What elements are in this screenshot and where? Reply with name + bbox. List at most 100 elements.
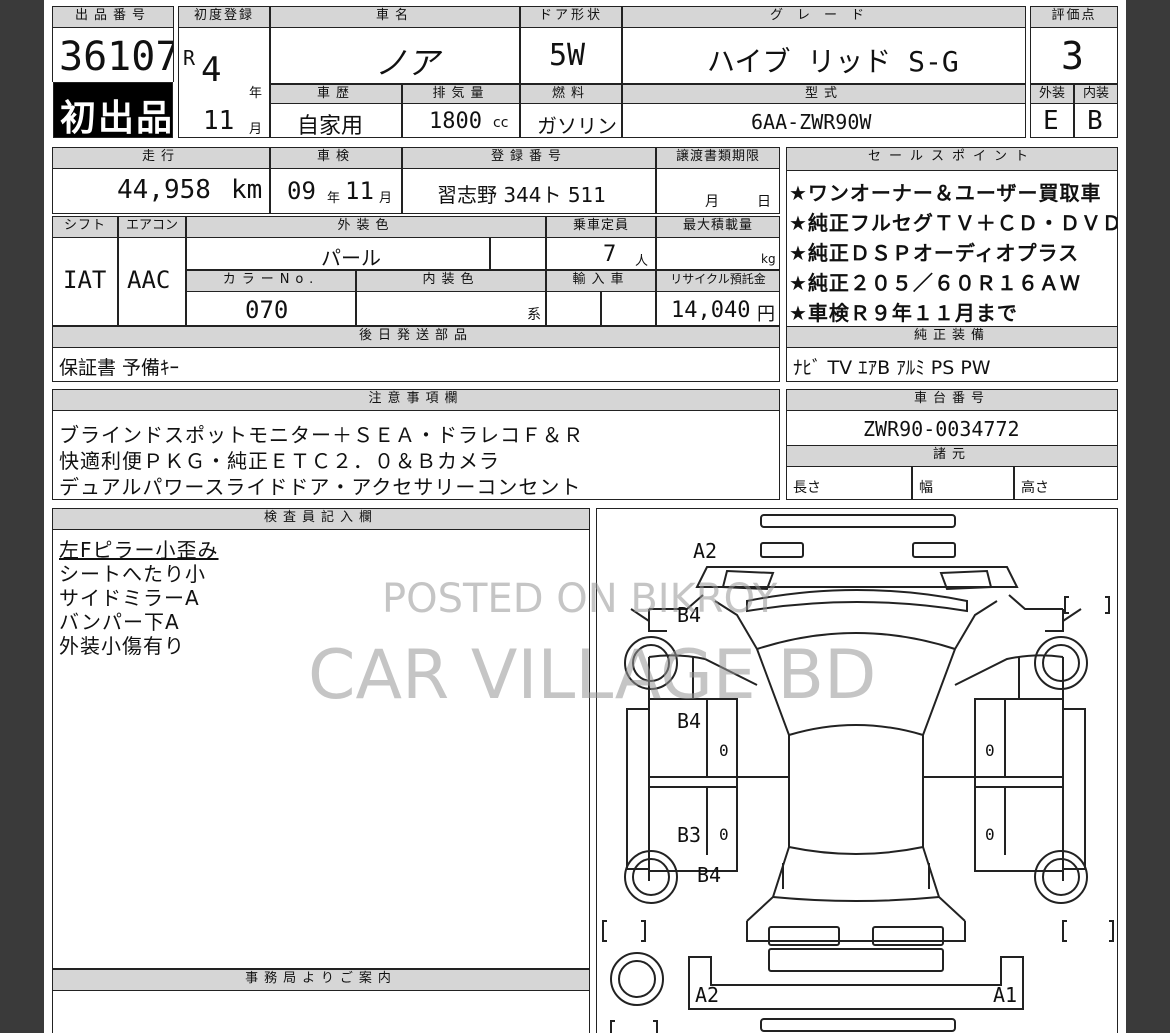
first-reg-year: 4 — [201, 50, 222, 90]
interior-grade-cell: B — [1074, 103, 1118, 138]
length-cell: 長さ — [786, 466, 912, 500]
sales-point-3: ★純正ＤＳＰオーディオプラス — [789, 241, 1080, 265]
sales-points-box: ★ワンオーナー＆ユーザー買取車 ★純正フルセグＴＶ＋ＣＤ・ＤＶＤ ★純正ＤＳＰオ… — [786, 170, 1118, 327]
score: 3 — [1061, 34, 1084, 78]
first-reg-cell: R 4 年 11 月 — [178, 27, 270, 138]
interior-color-unit: 系 — [527, 307, 541, 323]
plate-cell: 習志野 344ト 511 — [402, 168, 656, 214]
max-load-label: 最大積載量 — [656, 216, 780, 238]
watermark-brand: CAR VILLAGE BD — [308, 636, 877, 715]
height-cell: 高さ — [1014, 466, 1118, 500]
note-line-1: ブラインドスポットモニター＋ＳＥＡ・ドラレコＦ＆Ｒ — [59, 423, 584, 447]
tax-month: 月 — [705, 194, 719, 210]
notes-label: 注意事項欄 — [52, 389, 780, 411]
recycle: 14,040 — [671, 298, 751, 323]
mark-rear-a1: A1 — [993, 983, 1018, 1007]
plate: 習志野 344ト 511 — [437, 183, 607, 207]
sales-point-4: ★純正２０５／６０Ｒ１６ＡＷ — [789, 271, 1081, 295]
import-cell-1 — [546, 291, 601, 326]
door-label: ドア形状 — [520, 6, 622, 28]
year-unit: 年 — [249, 86, 263, 101]
plate-label: 登録番号 — [402, 147, 656, 169]
chassis-label: 車台番号 — [786, 389, 1118, 411]
max-load-unit: kg — [761, 252, 776, 266]
note-line-3: デュアルパワースライドドア・アクセサリーコンセント — [59, 475, 582, 499]
mileage-label: 走行 — [52, 147, 270, 169]
model: 6AA-ZWR90W — [751, 110, 872, 134]
mileage-cell: 44,958 km — [52, 168, 270, 214]
exterior-color-label: 外装色 — [186, 216, 546, 238]
usage: 自家用 — [297, 114, 364, 138]
sales-point-2: ★純正フルセグＴＶ＋ＣＤ・ＤＶＤ — [789, 211, 1118, 235]
exterior-color-cell: パール — [186, 237, 490, 270]
exterior-grade-cell: E — [1030, 103, 1074, 138]
exterior-color: パール — [321, 246, 381, 270]
inspection-month-unit: 月 — [379, 191, 393, 206]
exterior-grade-label: 外装 — [1030, 84, 1074, 104]
car-name-label: 車名 — [270, 6, 520, 28]
equipment: ﾅﾋﾞ TV ｴｱB ｱﾙﾐ PS PW — [793, 357, 991, 379]
sales-point-1: ★ワンオーナー＆ユーザー買取車 — [789, 181, 1102, 205]
car-name-cell: ノア — [270, 27, 520, 84]
displacement-label: 排気量 — [402, 84, 520, 104]
watermark-posted: POSTED ON BIKROY — [382, 576, 778, 622]
shift-cell: IAT — [52, 237, 118, 326]
interior-color-label: 内装色 — [356, 270, 546, 292]
mark-left-rear-b4: B4 — [697, 863, 722, 887]
recycle-label: リサイクル預託金 — [656, 270, 780, 292]
lot-number: 36107 — [59, 34, 174, 80]
model-cell: 6AA-ZWR90W — [622, 103, 1026, 138]
width-label: 幅 — [919, 480, 933, 496]
exterior-color-extra-cell — [490, 237, 546, 270]
notes-box: ブラインドスポットモニター＋ＳＥＡ・ドラレコＦ＆Ｒ 快適利便ＰＫＧ・純正ＥＴＣ２… — [52, 410, 780, 500]
inspection-cell: 09 年 11 月 — [270, 168, 402, 214]
inspector-line-5: 外装小傷有り — [59, 634, 185, 658]
score-label: 評価点 — [1030, 6, 1118, 28]
sales-point-5: ★車検Ｒ９年１１月まで — [789, 301, 1018, 325]
first-reg-era: R — [183, 46, 196, 70]
auction-sheet: 出品番号 36107 初出品 初度登録 R 4 年 11 月 車名 ノア ドア形… — [44, 0, 1126, 1033]
grade-label: グレード — [622, 6, 1026, 28]
inspector-label: 検査員記入欄 — [52, 508, 590, 530]
width-cell: 幅 — [912, 466, 1014, 500]
office-box — [52, 990, 590, 1033]
fuel-label: 燃料 — [520, 84, 622, 104]
max-load-cell: kg — [656, 237, 780, 270]
tax-label: 譲渡書類期限 — [656, 147, 780, 169]
sales-points-label: セールスポイント — [786, 147, 1118, 171]
ac-label: エアコン — [118, 216, 186, 238]
capacity-label: 乗車定員 — [546, 216, 656, 238]
note-line-2: 快適利便ＰＫＧ・純正ＥＴＣ２．０＆Ｂカメラ — [59, 449, 500, 473]
mark-front-a2: A2 — [693, 539, 718, 563]
capacity-cell: 7 人 — [546, 237, 656, 270]
first-listing-text: 初出品 — [60, 98, 175, 139]
recycle-cell: 14,040 円 — [656, 291, 780, 326]
car-name: ノア — [375, 44, 440, 82]
office-label: 事務局よりご案内 — [52, 969, 590, 991]
mark-rear-a2: A2 — [695, 983, 720, 1007]
inspection-year: 09 — [287, 177, 316, 205]
first-reg-month: 11 — [203, 106, 235, 136]
shift-label: シフト — [52, 216, 118, 238]
usage-label: 車歴 — [270, 84, 402, 104]
lot-number-label: 出品番号 — [52, 6, 174, 28]
import-cell-2 — [601, 291, 656, 326]
mileage-unit: km — [231, 175, 263, 205]
color-no-label: カラーNo. — [186, 270, 356, 292]
capacity: 7 — [603, 242, 617, 267]
mark-zero-1: 0 — [719, 741, 729, 760]
mileage: 44,958 — [117, 175, 211, 205]
inspection-month: 11 — [345, 177, 374, 205]
mark-zero-2: 0 — [985, 741, 995, 760]
grade: ハイブ リッド S-G — [707, 45, 959, 78]
model-label: 型式 — [622, 84, 1026, 104]
chassis-number: ZWR90-0034772 — [863, 417, 1020, 441]
tax-day: 日 — [757, 194, 771, 210]
door-type: 5W — [549, 38, 586, 73]
lot-number-cell: 36107 — [52, 27, 174, 82]
import-label: 輸入車 — [546, 270, 656, 292]
later-parts-label: 後日発送部品 — [52, 326, 780, 348]
chassis-cell: ZWR90-0034772 — [786, 410, 1118, 446]
displacement: 1800 — [429, 109, 482, 134]
displacement-unit: cc — [493, 115, 509, 131]
